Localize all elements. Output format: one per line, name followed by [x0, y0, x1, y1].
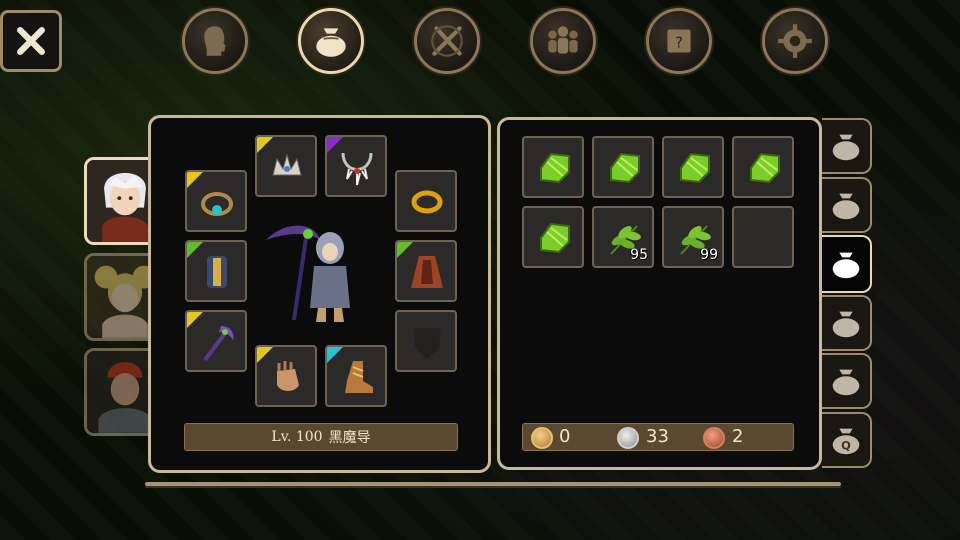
empty-shield-icon	[413, 328, 441, 358]
quest-bag-icon: Q	[832, 428, 860, 455]
green-gem-icon	[610, 152, 640, 184]
equip-slot-cape[interactable]	[395, 240, 457, 302]
gold-ring-icon	[411, 190, 443, 214]
menu-quest-button[interactable]: ?	[646, 8, 712, 74]
character-level-bar: Lv. 100 黑魔导	[184, 423, 458, 451]
equip-slot-ring[interactable]	[395, 170, 457, 232]
item-quantity: 99	[700, 247, 718, 263]
fang-necklace-icon	[341, 152, 373, 186]
gold-coin-icon	[531, 427, 553, 449]
gauntlet-icon	[277, 361, 299, 391]
silver-amount: 33	[646, 426, 669, 447]
bag-icon	[832, 134, 860, 161]
head-silhouette-icon	[204, 26, 226, 56]
bag-tab-5[interactable]	[822, 353, 872, 409]
bag-tab-quest[interactable]: Q	[822, 412, 872, 468]
currency-bar: 0 33 2	[522, 423, 794, 451]
character-model	[266, 225, 350, 322]
bottom-divider-shadow	[145, 486, 841, 488]
svg-text:?: ?	[675, 34, 683, 51]
equip-slot-weapon[interactable]	[185, 310, 247, 372]
inventory-slot[interactable]	[522, 206, 584, 268]
menu-bag-button[interactable]	[298, 8, 364, 74]
menu-party-button[interactable]	[530, 8, 596, 74]
copper-amount: 2	[732, 426, 744, 447]
green-gem-icon	[680, 152, 710, 184]
level-text: Lv. 100	[271, 429, 323, 445]
equip-slot-necklace[interactable]	[325, 135, 387, 197]
equip-slot-gloves[interactable]	[255, 345, 317, 407]
inventory-slot-empty[interactable]	[732, 206, 794, 268]
menu-profile-button[interactable]	[182, 8, 248, 74]
silver-coin-icon	[617, 427, 639, 449]
green-gem-icon	[540, 222, 570, 254]
bag-icon	[316, 28, 346, 57]
class-name-text: 黑魔导	[328, 430, 371, 446]
item-quantity: 95	[630, 247, 648, 263]
scroll-icon: ?	[667, 29, 691, 53]
gem-ring-icon	[201, 192, 233, 216]
inventory-slot[interactable]: 99	[662, 206, 724, 268]
quest-bag-label: Q	[841, 439, 851, 453]
bag-icon	[832, 311, 860, 338]
menu-skills-button[interactable]	[414, 8, 480, 74]
party-icon	[548, 26, 578, 54]
bag-icon	[832, 193, 860, 220]
inventory-slot[interactable]	[592, 136, 654, 198]
boot-icon	[345, 361, 373, 393]
gold-amount: 0	[559, 426, 571, 447]
green-gem-icon	[540, 152, 570, 184]
close-icon	[17, 27, 45, 55]
bag-icon	[832, 369, 860, 396]
copper-coin-icon	[703, 427, 725, 449]
bag-tab-4[interactable]	[822, 295, 872, 351]
inventory-slot[interactable]: 95	[592, 206, 654, 268]
scythe-icon	[203, 326, 234, 362]
bag-tab-3[interactable]	[822, 235, 872, 293]
equip-slot-offhand[interactable]	[395, 310, 457, 372]
inventory-slot[interactable]	[732, 136, 794, 198]
bag-icon	[832, 252, 860, 279]
equip-slot-amulet[interactable]	[185, 170, 247, 232]
equip-slot-armor[interactable]	[185, 240, 247, 302]
bag-tab-1[interactable]	[822, 118, 872, 174]
green-gem-icon	[750, 152, 780, 184]
inventory-slot[interactable]	[522, 136, 584, 198]
gear-icon	[778, 24, 812, 58]
cloak-icon	[411, 256, 443, 288]
equip-slot-boots[interactable]	[325, 345, 387, 407]
crossed-swords-icon	[431, 25, 463, 57]
bag-tab-2[interactable]	[822, 177, 872, 233]
inventory-slot[interactable]	[662, 136, 724, 198]
menu-settings-button[interactable]	[762, 8, 828, 74]
crown-icon	[272, 153, 302, 176]
robe-armor-icon	[207, 256, 227, 288]
close-button[interactable]	[0, 10, 62, 72]
equip-slot-helmet[interactable]	[255, 135, 317, 197]
